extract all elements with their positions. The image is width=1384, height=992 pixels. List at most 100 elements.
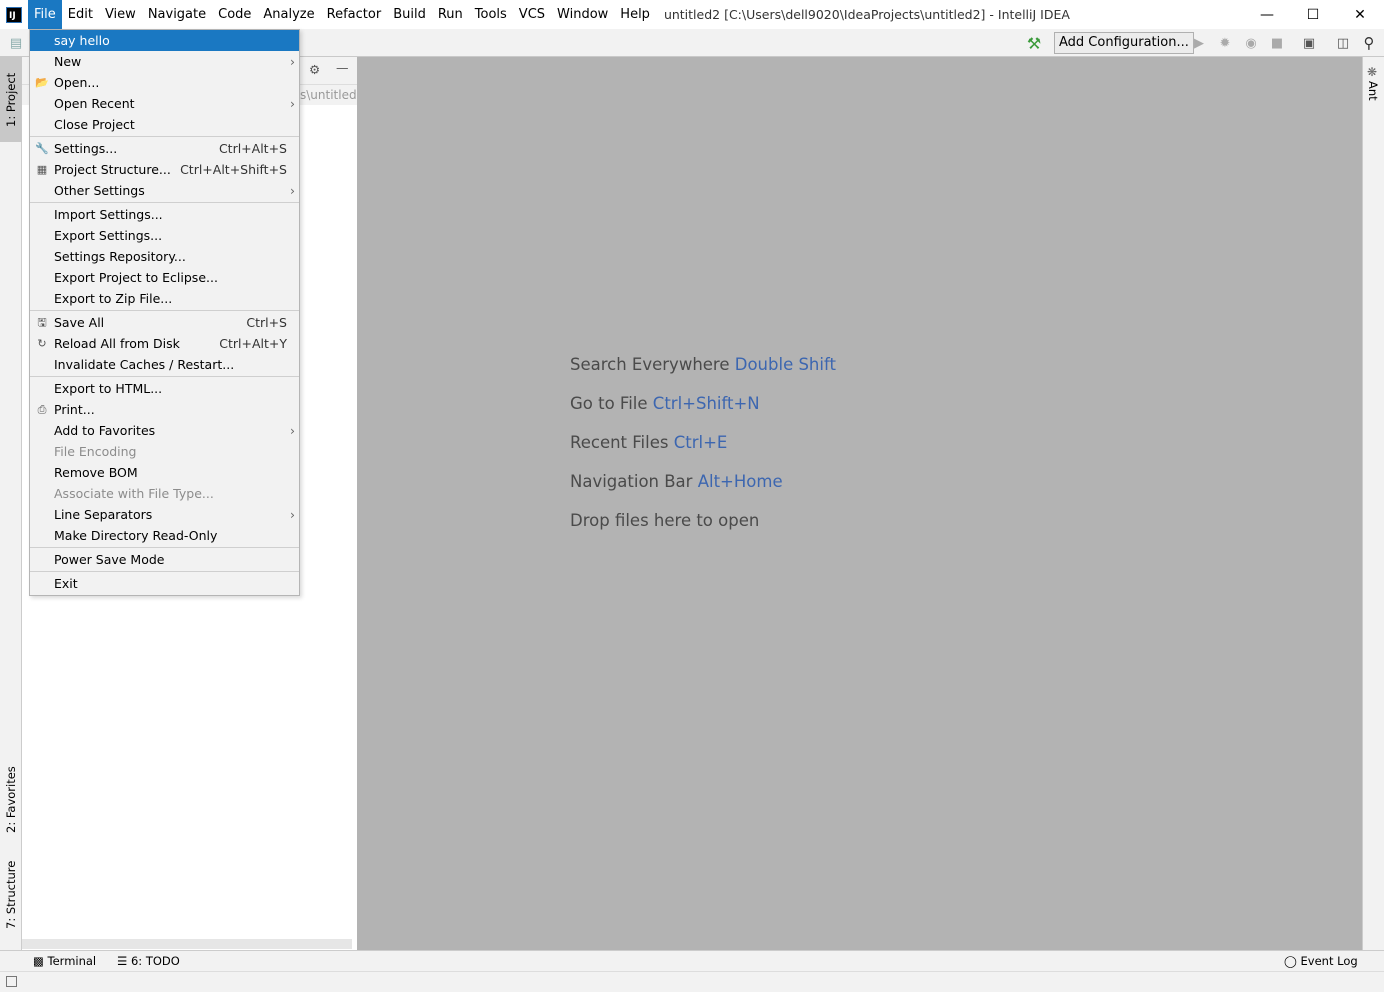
menu-item-new[interactable]: New › [30,51,299,72]
menu-view[interactable]: View [99,0,142,29]
menu-item-save-all[interactable]: 🖫 Save All Ctrl+S [30,312,299,333]
horizontal-scrollbar[interactable] [22,939,352,949]
project-icon[interactable]: ▤ [6,33,26,53]
menu-item-shortcut: Ctrl+Alt+S [218,141,287,156]
tab-favorites[interactable]: 2: Favorites [0,757,22,842]
project-structure-icon: ▦ [36,163,48,176]
menu-item-label: Save All [54,315,105,330]
hide-icon[interactable]: — [336,60,349,75]
tab-project[interactable]: 1: Project [0,57,22,142]
toggle-tool-windows-icon[interactable] [6,976,17,987]
menu-item-export-to-html[interactable]: Export to HTML... [30,378,299,399]
menu-item-invalidate-caches-restart[interactable]: Invalidate Caches / Restart... [30,354,299,375]
tab-todo[interactable]: ☰ 6: TODO [117,954,180,968]
tab-ant[interactable]: Ant [1366,81,1380,101]
menu-item-open-recent[interactable]: Open Recent › [30,93,299,114]
chevron-right-icon: › [290,183,295,198]
tab-terminal[interactable]: ▩ Terminal [33,954,96,968]
title-bar: IJ File Edit View Navigate Code Analyze Refact… [0,0,1384,29]
menu-item-export-project-to-eclipse[interactable]: Export Project to Eclipse... [30,267,299,288]
menu-item-label: Add to Favorites [54,423,156,438]
intellij-logo: IJ [6,6,22,23]
search-icon[interactable]: ⚲ [1359,33,1379,53]
project-path: s\untitled2 [300,88,365,102]
event-log-label: Event Log [1300,954,1358,968]
menu-item-power-save-mode[interactable]: Power Save Mode [30,549,299,570]
menu-item-label: Export Settings... [54,228,163,243]
menu-build[interactable]: Build [387,0,432,29]
hint-text: Search Everywhere [570,355,735,374]
menu-item-label: Associate with File Type... [54,486,214,501]
hint-text: Navigation Bar [570,472,698,491]
project-structure-icon[interactable]: ▣ [1299,33,1319,53]
menu-item-print[interactable]: ⎙ Print... [30,399,299,420]
chevron-right-icon: › [290,507,295,522]
terminal-window-icon[interactable]: ◫ [1333,33,1353,53]
tab-event-log[interactable]: ◯ Event Log [1284,954,1358,968]
wrench-icon: 🔧 [35,142,49,155]
menu-item-remove-bom[interactable]: Remove BOM [30,462,299,483]
tab-structure[interactable]: 7: Structure [0,852,22,937]
menu-item-label: Print... [54,402,95,417]
run-icon[interactable]: ▶ [1189,33,1209,53]
menu-run[interactable]: Run [432,0,469,29]
menu-item-project-structure[interactable]: ▦ Project Structure... Ctrl+Alt+Shift+S [30,159,299,180]
menu-item-other-settings[interactable]: Other Settings › [30,180,299,201]
menu-item-line-separators[interactable]: Line Separators › [30,504,299,525]
menu-separator [30,202,299,203]
menu-item-label: Import Settings... [54,207,163,222]
menu-item-label: Open... [54,75,100,90]
hint-text: Go to File [570,394,653,413]
coverage-icon[interactable]: ◉ [1241,33,1261,53]
gear-icon[interactable]: ⚙ [309,62,320,77]
menu-refactor[interactable]: Refactor [321,0,388,29]
build-hammer-icon[interactable]: ⚒ [1024,33,1044,53]
menu-code[interactable]: Code [212,0,257,29]
menu-file[interactable]: File [28,0,62,29]
event-log-icon: ◯ [1284,954,1301,968]
menu-item-close-project[interactable]: Close Project [30,114,299,135]
menu-item-import-settings[interactable]: Import Settings... [30,204,299,225]
menu-item-say-hello[interactable]: say hello [30,30,299,51]
menu-separator [30,310,299,311]
menu-item-label: Remove BOM [54,465,138,480]
menu-item-export-to-zip-file[interactable]: Export to Zip File... [30,288,299,309]
menu-analyze[interactable]: Analyze [257,0,320,29]
menu-item-exit[interactable]: Exit [30,573,299,594]
menu-help[interactable]: Help [614,0,656,29]
menu-window[interactable]: Window [551,0,614,29]
debug-icon[interactable]: ✹ [1215,33,1235,53]
maximize-button[interactable]: ☐ [1290,0,1336,29]
stop-icon[interactable]: ■ [1267,33,1287,53]
left-tool-stripe: 1: Project 2: Favorites 7: Structure [0,57,22,950]
hint-text: Recent Files [570,433,674,452]
menu-item-open[interactable]: 📂 Open... [30,72,299,93]
menu-item-settings[interactable]: 🔧 Settings... Ctrl+Alt+S [30,138,299,159]
menu-item-shortcut: Ctrl+Alt+Shift+S [180,162,287,177]
menu-item-settings-repository[interactable]: Settings Repository... [30,246,299,267]
terminal-label: Terminal [47,954,97,968]
minimize-button[interactable]: — [1244,0,1290,29]
menu-separator [30,136,299,137]
menu-navigate[interactable]: Navigate [142,0,212,29]
menu-item-reload-all-from-disk[interactable]: ↻ Reload All from Disk Ctrl+Alt+Y [30,333,299,354]
menu-item-label: Settings... [54,141,118,156]
menu-item-add-to-favorites[interactable]: Add to Favorites › [30,420,299,441]
menu-item-export-settings[interactable]: Export Settings... [30,225,299,246]
close-button[interactable]: ✕ [1337,0,1383,29]
menu-vcs[interactable]: VCS [513,0,551,29]
add-configuration-button[interactable]: Add Configuration... [1054,32,1194,54]
menu-item-label: Settings Repository... [54,249,186,264]
menu-item-label: Export to HTML... [54,381,163,396]
menu-item-label: Make Directory Read-Only [54,528,218,543]
menu-item-label: Invalidate Caches / Restart... [54,357,235,372]
menu-item-label: Project Structure... [54,162,171,177]
editor-hint: Recent Files Ctrl+E [570,433,727,452]
menu-item-make-directory-read-only[interactable]: Make Directory Read-Only [30,525,299,546]
editor-empty-area: Search Everywhere Double Shift Go to File… [357,57,1362,950]
menu-separator [30,376,299,377]
menu-tools[interactable]: Tools [469,0,513,29]
menu-edit[interactable]: Edit [62,0,99,29]
window-title: untitled2 [C:\Users\dell9020\IdeaProject… [663,7,1070,22]
menu-item-label: Reload All from Disk [54,336,180,351]
